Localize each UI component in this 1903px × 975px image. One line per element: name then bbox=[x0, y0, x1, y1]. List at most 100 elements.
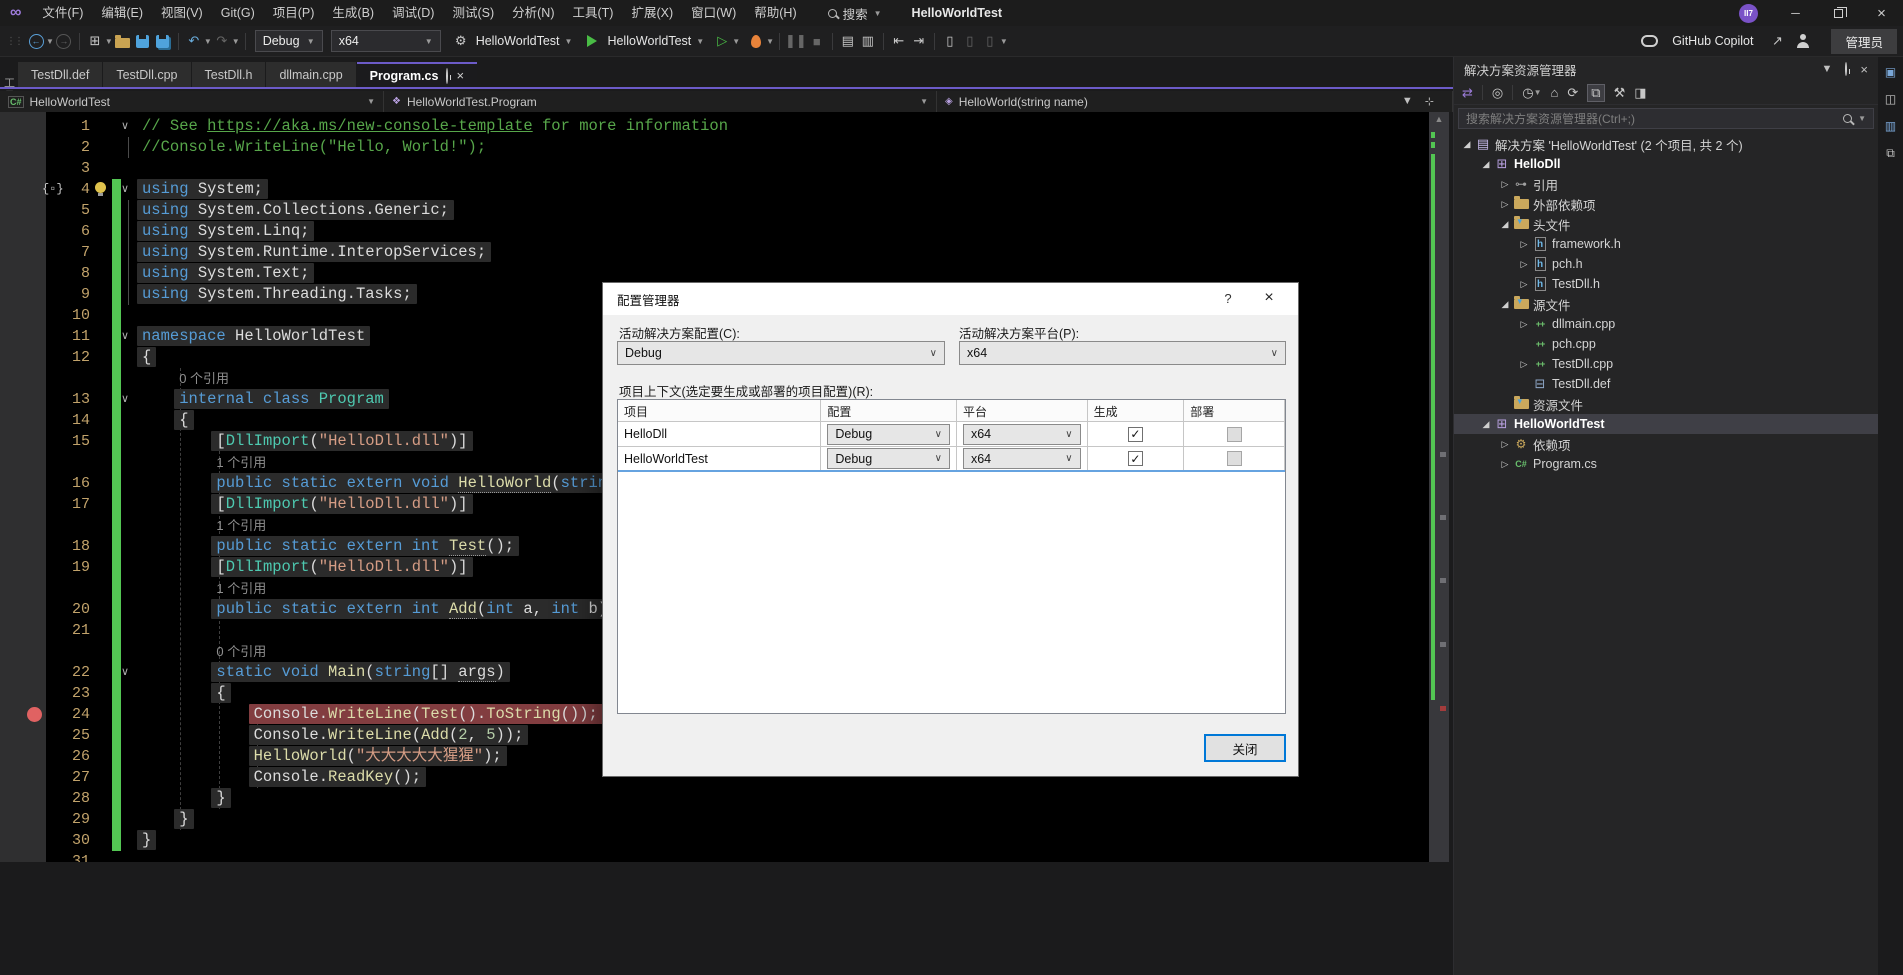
chevron-down-icon[interactable]: ▼ bbox=[232, 37, 240, 46]
close-button[interactable]: × bbox=[1860, 0, 1903, 26]
tree-item-资源文件[interactable]: 资源文件 bbox=[1454, 394, 1878, 414]
editor-vertical-scrollbar[interactable]: ▲ bbox=[1429, 112, 1449, 862]
active-platform-combobox[interactable]: x64 ∨ bbox=[959, 341, 1286, 365]
fold-arrow-icon[interactable]: ∨ bbox=[121, 179, 129, 200]
minimize-button[interactable]: ─ bbox=[1774, 0, 1817, 26]
start-without-debugging-button[interactable]: ▷ bbox=[712, 29, 732, 53]
tab-program-cs[interactable]: Program.cs× bbox=[357, 62, 477, 87]
menu-item-1[interactable]: 文件(F) bbox=[33, 0, 92, 26]
expander-expanded-icon[interactable]: ◢ bbox=[1498, 299, 1512, 310]
menu-item-3[interactable]: 视图(V) bbox=[152, 0, 212, 26]
save-button[interactable] bbox=[133, 29, 153, 53]
github-copilot-icon[interactable] bbox=[1641, 35, 1658, 47]
menu-item-5[interactable]: 项目(P) bbox=[264, 0, 324, 26]
expander-collapsed-icon[interactable]: ▷ bbox=[1498, 179, 1512, 190]
expander-collapsed-icon[interactable]: ▷ bbox=[1498, 459, 1512, 470]
github-copilot-label[interactable]: GitHub Copilot bbox=[1672, 34, 1753, 48]
switch-views-icon[interactable]: ◎ bbox=[1492, 85, 1503, 101]
docked-tool-window-icon[interactable]: ▥ bbox=[1885, 119, 1896, 133]
build-checkbox[interactable]: ✓ bbox=[1128, 427, 1143, 442]
chevron-down-icon[interactable]: ▼ bbox=[732, 37, 740, 46]
undo-button[interactable]: ↶ bbox=[184, 29, 204, 53]
show-output-button[interactable]: ▤ bbox=[838, 29, 858, 53]
menu-item-11[interactable]: 扩展(X) bbox=[622, 0, 682, 26]
docked-tool-window-icon[interactable]: ▣ bbox=[1885, 65, 1896, 79]
expander-collapsed-icon[interactable]: ▷ bbox=[1517, 319, 1531, 330]
menu-item-10[interactable]: 工具(T) bbox=[563, 0, 622, 26]
tree-item-program-cs[interactable]: ▷C#Program.cs bbox=[1454, 454, 1878, 474]
start-debugging-button[interactable] bbox=[582, 29, 602, 53]
code-suggestion-icon[interactable]: {▫} bbox=[42, 181, 64, 197]
navigate-back-button[interactable]: ← bbox=[26, 29, 46, 53]
lightbulb-quick-actions-icon[interactable] bbox=[95, 182, 106, 193]
refresh-icon[interactable]: ⟳ bbox=[1567, 85, 1578, 101]
avatar[interactable]: II7 bbox=[1739, 4, 1758, 23]
breadcrumb-segment-3[interactable]: ◈HelloWorld(string name)▼⊹ bbox=[937, 91, 1453, 112]
chevron-down-icon[interactable]: ▼ bbox=[565, 37, 573, 46]
build-checkbox[interactable]: ✓ bbox=[1128, 451, 1143, 466]
tree-item-testdll-h[interactable]: ▷hTestDll.h bbox=[1454, 274, 1878, 294]
tree-item-外部依赖项[interactable]: ▷外部依赖项 bbox=[1454, 194, 1878, 214]
tree-item-testdll-def[interactable]: ⊟TestDll.def bbox=[1454, 374, 1878, 394]
tab-testdll-h[interactable]: TestDll.h bbox=[192, 62, 266, 87]
run-target-label[interactable]: HelloWorldTest bbox=[607, 34, 691, 48]
tree-item-hellodll[interactable]: ◢⊞HelloDll bbox=[1454, 154, 1878, 174]
tree-item-源文件[interactable]: ◢源文件 bbox=[1454, 294, 1878, 314]
search-control[interactable]: 搜索 ▼ bbox=[828, 4, 882, 23]
add-account-icon[interactable] bbox=[1796, 34, 1810, 48]
docked-tool-window-icon[interactable]: ◫ bbox=[1885, 92, 1896, 106]
breadcrumb-segment-1[interactable]: C#HelloWorldTest▼ bbox=[0, 91, 384, 112]
tree-item-pch-cpp[interactable]: ++pch.cpp bbox=[1454, 334, 1878, 354]
tree-item-helloworldtest[interactable]: ◢⊞HelloWorldTest bbox=[1454, 414, 1878, 434]
find-in-files-button[interactable]: ▥ bbox=[858, 29, 878, 53]
tab-dllmain-cpp[interactable]: dllmain.cpp bbox=[266, 62, 355, 87]
stop-debugging-button[interactable]: ■ bbox=[807, 29, 827, 53]
dialog-help-button[interactable]: ? bbox=[1220, 291, 1236, 306]
codelens-references[interactable]: 1 个引用 bbox=[216, 515, 266, 536]
menu-item-2[interactable]: 编辑(E) bbox=[92, 0, 152, 26]
project-name-cell[interactable]: HelloWorldTest bbox=[618, 447, 821, 470]
close-panel-icon[interactable]: × bbox=[1860, 62, 1868, 77]
codelens-references[interactable]: 0 个引用 bbox=[179, 368, 229, 389]
chevron-down-icon[interactable]: ▼ bbox=[696, 37, 704, 46]
menu-item-6[interactable]: 生成(B) bbox=[323, 0, 383, 26]
configuration-combobox[interactable]: Debug∨ bbox=[827, 424, 950, 445]
menu-item-7[interactable]: 调试(D) bbox=[383, 0, 443, 26]
scrollbar-up-arrow-icon[interactable]: ▲ bbox=[1429, 114, 1449, 124]
fold-arrow-icon[interactable]: ∨ bbox=[121, 326, 129, 347]
tree-item-pch-h[interactable]: ▷hpch.h bbox=[1454, 254, 1878, 274]
docked-tool-window-icon[interactable]: ⧉ bbox=[1886, 146, 1895, 161]
auto-hide-pin-icon[interactable] bbox=[1845, 63, 1847, 75]
menu-item-8[interactable]: 测试(S) bbox=[443, 0, 503, 26]
preview-selected-items-icon[interactable]: ◨ bbox=[1634, 85, 1646, 101]
toggle-bookmark-button[interactable]: ▯ bbox=[940, 29, 960, 53]
toolbar-overflow-chevron-icon[interactable]: ▼ bbox=[1000, 37, 1008, 46]
save-all-button[interactable] bbox=[153, 29, 173, 53]
tree-item-解决方案-helloworldtest-2-个项目-共-2-个-[interactable]: ◢▤解决方案 'HelloWorldTest' (2 个项目, 共 2 个) bbox=[1454, 134, 1878, 154]
startup-project-label[interactable]: HelloWorldTest bbox=[476, 34, 560, 48]
chevron-down-icon[interactable]: ▼ bbox=[204, 37, 212, 46]
previous-bookmark-button[interactable]: ▯ bbox=[960, 29, 980, 53]
home-icon[interactable]: ⌂ bbox=[1551, 85, 1559, 100]
chevron-down-icon[interactable]: ▼ bbox=[105, 37, 113, 46]
solution-configuration-combobox[interactable]: Debug ▼ bbox=[255, 30, 323, 52]
pending-changes-filter-icon[interactable]: ◷▼ bbox=[1522, 85, 1541, 101]
solution-explorer-search-input[interactable]: 搜索解决方案资源管理器(Ctrl+;) ▼ bbox=[1458, 108, 1874, 129]
tree-item-testdll-cpp[interactable]: ▷++TestDll.cpp bbox=[1454, 354, 1878, 374]
navigate-forward-button[interactable]: → bbox=[54, 29, 74, 53]
tab-close-icon[interactable]: × bbox=[456, 68, 464, 83]
chevron-down-icon[interactable]: ▼ bbox=[1402, 95, 1413, 108]
increase-indent-button[interactable]: ⇥ bbox=[909, 29, 929, 53]
redo-button[interactable]: ↷ bbox=[212, 29, 232, 53]
startup-project-button[interactable]: ⚙ bbox=[451, 29, 471, 53]
toolbar-grip[interactable]: ⋮⋮ bbox=[6, 36, 22, 47]
tab-testdll-cpp[interactable]: TestDll.cpp bbox=[103, 62, 190, 87]
fold-arrow-icon[interactable]: ∨ bbox=[121, 662, 129, 683]
decrease-indent-button[interactable]: ⇤ bbox=[889, 29, 909, 53]
chevron-down-icon[interactable]: ▼ bbox=[766, 37, 774, 46]
expander-expanded-icon[interactable]: ◢ bbox=[1460, 139, 1474, 150]
menu-item-9[interactable]: 分析(N) bbox=[503, 0, 563, 26]
fold-arrow-icon[interactable]: ∨ bbox=[121, 389, 129, 410]
expander-collapsed-icon[interactable]: ▷ bbox=[1498, 439, 1512, 450]
new-project-button[interactable]: ⊞ bbox=[85, 29, 105, 53]
